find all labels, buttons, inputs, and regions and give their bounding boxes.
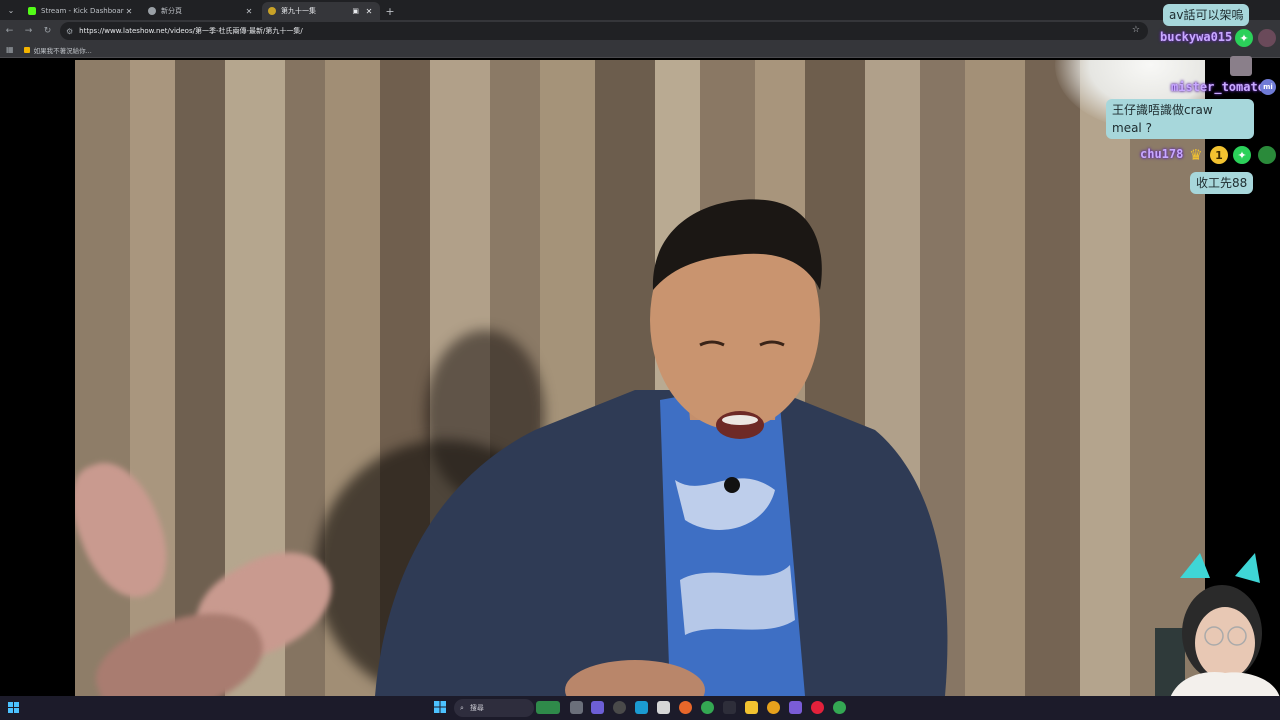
chat-message: 王仔識唔識做craw meal ? [1106, 99, 1254, 139]
start-button-icon[interactable] [434, 701, 446, 713]
tab-label: Stream - Kick Dashboard [41, 7, 124, 15]
apps-grid-icon[interactable]: ▦ [6, 45, 14, 54]
bookmarks-bar: ▦ 如果我不著況給你... [0, 42, 1280, 58]
site-favicon-icon [268, 7, 276, 15]
chat-username: buckywa015 [1160, 30, 1233, 44]
chat-message-text: 收工先88 [1196, 176, 1248, 190]
video-player[interactable] [75, 60, 1205, 696]
browser-tab-strip: ⌄ Stream - Kick Dashboard ✕ 新分頁 ✕ 第九十一集 … [0, 0, 1280, 20]
bookmark-item[interactable]: 如果我不著況給你... [23, 45, 92, 55]
avatar [1258, 146, 1276, 164]
taskbar-app-icon[interactable] [536, 701, 560, 714]
tab-label: 第九十一集 [281, 7, 316, 15]
tab-label: 新分頁 [161, 7, 182, 15]
address-bar[interactable]: ⚙ https://www.lateshow.net/videos/第一季-杜氏… [60, 22, 1148, 40]
kick-favicon-icon [28, 7, 36, 15]
taskbar-search-box[interactable]: ⌕ 搜尋 [454, 699, 534, 717]
tab-kick-dashboard[interactable]: Stream - Kick Dashboard ✕ [22, 2, 140, 20]
task-view-icon[interactable] [570, 701, 583, 714]
taskbar-app-icon[interactable] [613, 701, 626, 714]
chat-username: mister_tomato [1171, 80, 1265, 94]
taskbar-app-icon[interactable] [811, 701, 824, 714]
chrome-icon[interactable] [701, 701, 714, 714]
forward-arrow-icon[interactable]: → [19, 20, 38, 42]
chat-username: chu178 [1140, 147, 1184, 161]
chat-message: av話可以架嗚 [1163, 4, 1250, 26]
chrome-icon[interactable] [833, 701, 846, 714]
close-tab-icon[interactable]: ✕ [244, 7, 254, 16]
tab-new-tab[interactable]: 新分頁 ✕ [142, 2, 260, 20]
taskbar-app-icon[interactable] [657, 701, 670, 714]
search-placeholder: 搜尋 [469, 704, 484, 712]
picture-in-picture-icon[interactable]: ▣ [352, 7, 359, 15]
taskbar-app-icon[interactable] [723, 701, 736, 714]
taskbar-app-icon[interactable] [767, 701, 780, 714]
browser-toolbar: ← → ↻ ⚙ https://www.lateshow.net/videos/… [0, 20, 1280, 42]
discord-icon[interactable] [789, 701, 802, 714]
crown-badge-icon: ♛ [1189, 146, 1203, 164]
taskbar-app-icon[interactable] [591, 701, 604, 714]
chat-message-text: av話可以架嗚 [1169, 8, 1244, 22]
new-tab-button[interactable]: + [382, 2, 398, 20]
subscriber-badge-icon: mi [1260, 79, 1276, 95]
url-text: https://www.lateshow.net/videos/第一季-杜氏兩傳… [79, 27, 303, 35]
chat-overlay: av話可以架嗚 buckywa015 ✦ mister_tomato mi 王仔… [1100, 0, 1280, 200]
streamer-webcam [1155, 553, 1280, 698]
chrome-favicon-icon [148, 7, 156, 15]
search-icon: ⌕ [460, 703, 464, 712]
windows-taskbar: ⌕ 搜尋 [0, 696, 1280, 720]
firefox-icon[interactable] [679, 701, 692, 714]
tab-search-chevron-icon[interactable]: ⌄ [0, 0, 22, 20]
chat-message-text: meal ? [1112, 121, 1152, 135]
sticker-icon [1230, 56, 1252, 76]
bookmark-favicon-icon [23, 46, 30, 53]
chat-message: 收工先88 [1190, 172, 1254, 194]
site-info-icon[interactable]: ⚙ [66, 27, 73, 36]
file-explorer-icon[interactable] [745, 701, 758, 714]
reload-icon[interactable]: ↻ [38, 20, 57, 42]
gift-count-badge: 1 [1210, 146, 1228, 164]
avatar [1258, 29, 1276, 47]
tab-episode-91[interactable]: 第九十一集 ▣ ✕ [262, 2, 380, 20]
telegram-icon[interactable] [635, 701, 648, 714]
close-tab-icon[interactable]: ✕ [124, 7, 134, 16]
verified-badge-icon: ✦ [1233, 146, 1251, 164]
close-tab-icon[interactable]: ✕ [364, 7, 374, 16]
back-arrow-icon[interactable]: ← [0, 20, 19, 42]
bookmark-label: 如果我不著況給你... [33, 46, 92, 55]
widgets-icon[interactable] [8, 702, 19, 713]
chat-message-text: 王仔識唔識做craw [1112, 103, 1213, 117]
verified-badge-icon: ✦ [1235, 29, 1253, 47]
